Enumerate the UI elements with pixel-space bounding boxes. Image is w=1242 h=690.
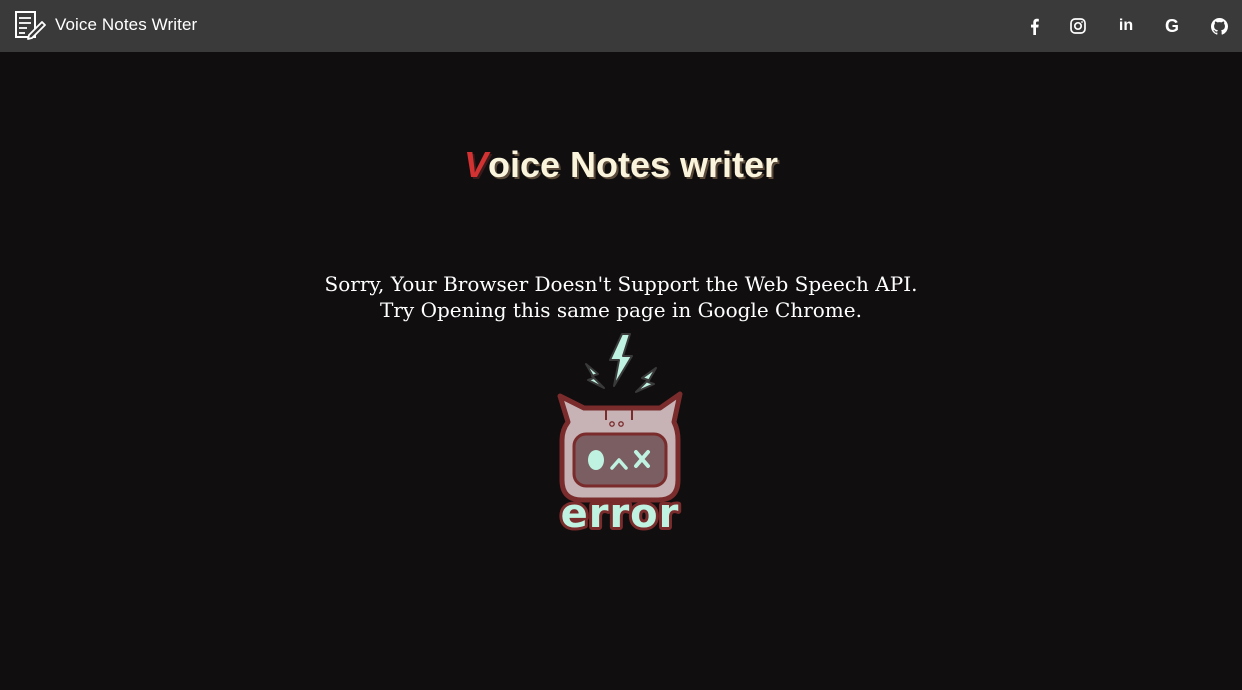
facebook-icon (1030, 18, 1039, 35)
title-first-letter: V (463, 144, 488, 185)
linkedin-icon: in (1118, 17, 1134, 34)
page-title: Voice Notes writer (0, 140, 1242, 190)
instagram-icon (1070, 18, 1086, 34)
unsupported-message-line2: Try Opening this same page in Google Chr… (380, 298, 862, 322)
brand-title: Voice Notes Writer (55, 15, 198, 34)
linkedin-link[interactable]: in (1112, 0, 1140, 52)
google-link[interactable]: G (1158, 0, 1186, 52)
title-rest: oice Notes writer (487, 144, 779, 185)
notes-pen-icon (15, 11, 46, 40)
instagram-link[interactable] (1064, 0, 1092, 52)
lightning-bolts (585, 333, 657, 393)
error-image-text: error (561, 491, 680, 535)
google-icon: G (1164, 15, 1179, 36)
error-robot-illustration: error (557, 333, 683, 535)
top-navbar: Voice Notes Writer in G (0, 0, 1242, 52)
unsupported-message-line1: Sorry, Your Browser Doesn't Support the … (324, 272, 918, 296)
brand-link[interactable]: Voice Notes Writer (13, 10, 197, 40)
robot-head (557, 391, 683, 503)
github-icon (1210, 17, 1228, 35)
github-link[interactable] (1205, 0, 1233, 52)
facebook-link[interactable] (1020, 0, 1048, 52)
